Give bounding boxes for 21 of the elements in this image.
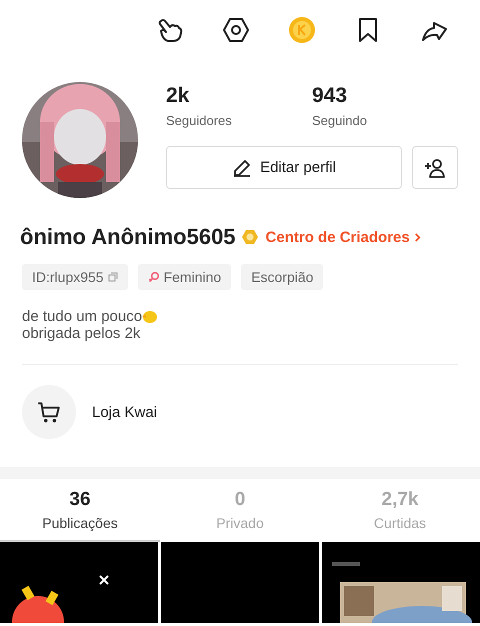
tag-label: Feminino (164, 269, 222, 285)
settings-icon[interactable] (222, 16, 250, 44)
stat-label: Seguindo (312, 113, 368, 128)
tag-label: Escorpião (251, 269, 314, 285)
stat-label: Seguidores (166, 113, 233, 128)
creator-center-link[interactable]: Centro de Criadores (266, 228, 421, 246)
tag-label: ID:rlupx955 (32, 269, 104, 285)
hand-icon[interactable] (156, 16, 184, 44)
add-friend-button[interactable] (412, 146, 458, 189)
bio-text: de tudo um pouco (22, 308, 142, 325)
stat-count: 943 (312, 84, 348, 108)
edit-profile-button[interactable]: Editar perfil (166, 146, 402, 189)
chevron-icon (414, 232, 421, 242)
copy-icon[interactable] (108, 272, 118, 282)
bio-text: obrigada pelos 2k (22, 325, 140, 342)
pencil-icon (232, 158, 252, 178)
female-icon (148, 271, 160, 283)
username: ônimo Anônimo5605 (20, 224, 236, 250)
hexagon-badge-icon (242, 229, 258, 245)
shop-label[interactable]: Loja Kwai (92, 404, 158, 420)
stat-count: 2k (166, 84, 190, 108)
